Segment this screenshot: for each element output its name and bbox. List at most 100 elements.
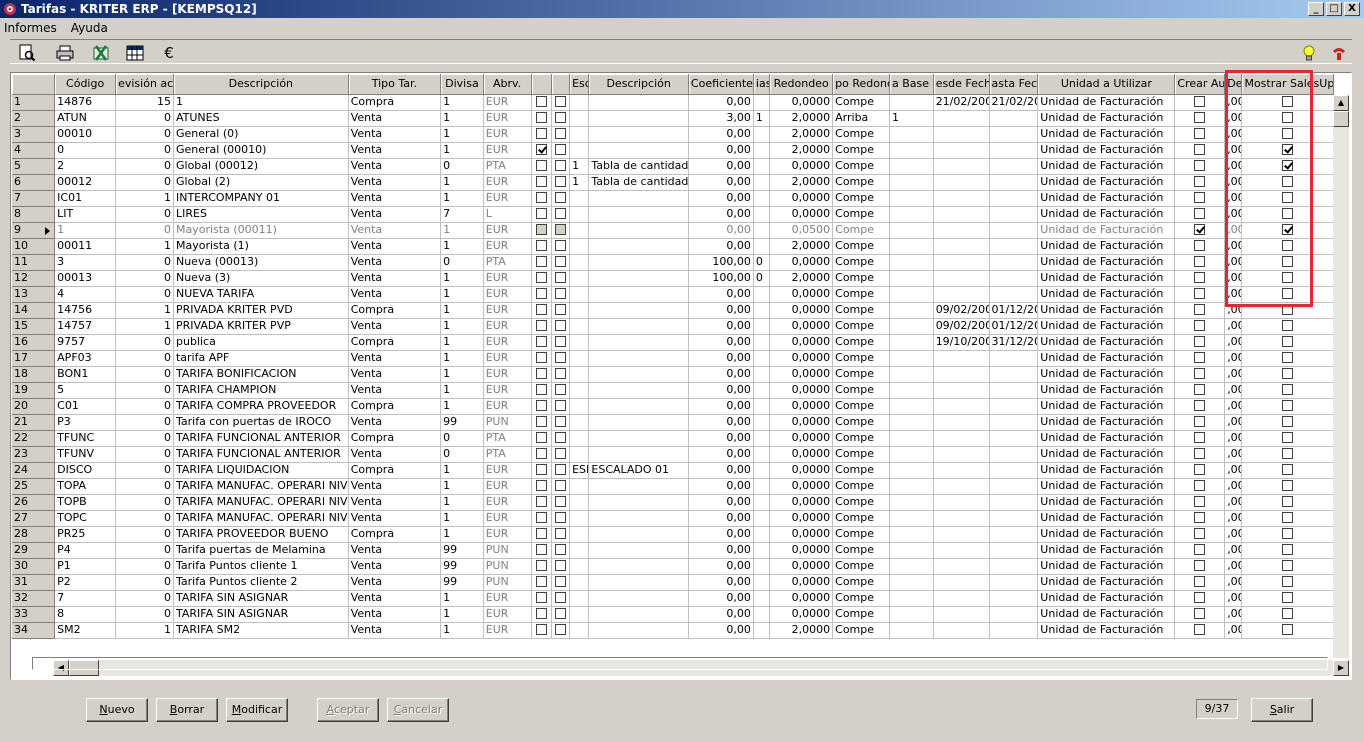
cell-unidad[interactable]: Unidad de Facturación — [1037, 462, 1176, 479]
cell-divisa[interactable]: 1 — [440, 334, 484, 351]
cell-divisa[interactable]: 1 — [440, 590, 484, 607]
cell-base[interactable] — [889, 494, 934, 511]
cell-base[interactable] — [889, 174, 934, 191]
cell-tipo[interactable]: Venta — [348, 478, 442, 495]
cell-hasta[interactable] — [989, 414, 1039, 431]
table-row[interactable]: 24 DISCO 0 TARIFA LIQUIDACION Compra 1 EUR ESI E… — [12, 462, 1334, 479]
cell-codigo[interactable]: 4 — [54, 286, 117, 303]
cell-hasta[interactable] — [989, 590, 1039, 607]
cell-rev[interactable]: 0 — [115, 174, 174, 191]
row-number[interactable]: 29 — [12, 542, 56, 559]
cell-coef[interactable]: 0,00 — [688, 430, 754, 447]
c1-checkbox[interactable] — [535, 511, 547, 523]
cell-tipored[interactable]: Compe — [832, 350, 891, 367]
cell-abrv[interactable]: EUR — [483, 94, 532, 111]
cell-coef[interactable]: 0,00 — [688, 286, 754, 303]
cell-abrv[interactable]: EUR — [483, 190, 532, 207]
cell-base[interactable] — [889, 414, 934, 431]
c2-checkbox[interactable] — [554, 431, 566, 443]
cell-desc2[interactable] — [588, 382, 689, 399]
cell-desc[interactable]: Tarifa Puntos cliente 2 — [173, 574, 349, 591]
row-number[interactable]: 2 — [12, 110, 56, 127]
cell-tipo[interactable]: Venta — [348, 174, 442, 191]
crear-checkbox[interactable] — [1194, 495, 1206, 507]
cell-dias[interactable] — [753, 558, 771, 575]
c2-checkbox[interactable] — [554, 111, 566, 123]
cell-desde[interactable] — [933, 222, 990, 239]
cell-unidad[interactable]: Unidad de Facturación — [1037, 270, 1176, 287]
cell-rev[interactable]: 0 — [115, 158, 174, 175]
cell-desc[interactable]: PRIVADA KRITER PVD — [173, 302, 349, 319]
cell-de[interactable]: ,00 — [1224, 446, 1243, 463]
cell-hasta[interactable] — [989, 110, 1039, 127]
cell-redondeo[interactable]: 0,0000 — [769, 286, 834, 303]
cell-codigo[interactable]: 7 — [54, 590, 117, 607]
cell-base[interactable] — [889, 590, 934, 607]
cell-desc[interactable]: TARIFA SIN ASIGNAR — [173, 590, 349, 607]
crear-checkbox[interactable] — [1194, 591, 1206, 603]
c1-checkbox[interactable] — [535, 559, 547, 571]
crear-checkbox[interactable] — [1194, 191, 1206, 203]
row-number[interactable]: 23 — [12, 446, 56, 463]
cell-de[interactable]: ,00 — [1224, 158, 1243, 175]
cell-divisa[interactable]: 99 — [440, 414, 484, 431]
cell-tipored[interactable]: Compe — [832, 174, 891, 191]
cell-rev[interactable]: 1 — [115, 622, 174, 639]
crear-checkbox[interactable] — [1194, 463, 1206, 475]
cell-de[interactable]: ,00 — [1224, 222, 1243, 239]
cell-de[interactable]: ,00 — [1224, 286, 1243, 303]
c2-checkbox[interactable] — [554, 159, 566, 171]
cell-tipo[interactable]: Venta — [348, 350, 442, 367]
c1-checkbox[interactable] — [535, 527, 547, 539]
cell-esc[interactable] — [569, 318, 590, 335]
cell-de[interactable]: ,00 — [1224, 606, 1243, 623]
c1-checkbox[interactable] — [535, 127, 547, 139]
cell-abrv[interactable]: PUN — [483, 574, 532, 591]
cell-abrv[interactable]: EUR — [483, 174, 532, 191]
cell-abrv[interactable]: L — [483, 206, 532, 223]
row-number[interactable]: 11 — [12, 254, 56, 271]
cell-tipored[interactable]: Compe — [832, 254, 891, 271]
column-header[interactable]: Descripción — [588, 74, 689, 95]
cell-unidad[interactable]: Unidad de Facturación — [1037, 142, 1176, 159]
cell-codigo[interactable]: P2 — [54, 574, 117, 591]
preview-icon[interactable] — [16, 43, 38, 63]
c2-checkbox[interactable] — [554, 351, 566, 363]
c2-checkbox[interactable] — [554, 95, 566, 107]
cell-abrv[interactable]: EUR — [483, 318, 532, 335]
cell-coef[interactable]: 0,00 — [688, 126, 754, 143]
cell-redondeo[interactable]: 2,0000 — [769, 142, 834, 159]
cell-rev[interactable]: 0 — [115, 110, 174, 127]
crear-checkbox[interactable] — [1194, 543, 1206, 555]
cell-redondeo[interactable]: 2,0000 — [769, 622, 834, 639]
column-header[interactable]: De — [1224, 74, 1243, 95]
table-row[interactable]: 31 P2 0 Tarifa Puntos cliente 2 Venta 99 PUN 0,… — [12, 574, 1334, 591]
cell-desc[interactable]: TARIFA COMPRA PROVEEDOR — [173, 398, 349, 415]
cell-hasta[interactable] — [989, 430, 1039, 447]
cell-esc[interactable] — [569, 382, 590, 399]
cell-redondeo[interactable]: 0,0000 — [769, 318, 834, 335]
cell-unidad[interactable]: Unidad de Facturación — [1037, 254, 1176, 271]
mostrar-checkbox[interactable] — [1282, 479, 1294, 491]
cell-desc2[interactable] — [588, 366, 689, 383]
cell-tipored[interactable]: Compe — [832, 606, 891, 623]
cell-divisa[interactable]: 99 — [440, 574, 484, 591]
cell-redondeo[interactable]: 0,0000 — [769, 478, 834, 495]
cell-dias[interactable] — [753, 574, 771, 591]
c1-checkbox[interactable] — [535, 479, 547, 491]
row-number[interactable]: 9 — [12, 222, 56, 239]
cell-unidad[interactable]: Unidad de Facturación — [1037, 590, 1176, 607]
cell-tipo[interactable]: Venta — [348, 158, 442, 175]
cell-de[interactable]: ,00 — [1224, 174, 1243, 191]
cell-dias[interactable] — [753, 542, 771, 559]
cell-desc[interactable]: Mayorista (00011) — [173, 222, 349, 239]
cell-abrv[interactable]: PUN — [483, 414, 532, 431]
cell-base[interactable] — [889, 190, 934, 207]
cell-tipo[interactable]: Venta — [348, 622, 442, 639]
cell-de[interactable]: ,00 — [1224, 302, 1243, 319]
cell-abrv[interactable]: PTA — [483, 446, 532, 463]
borrar-button[interactable]: Borrar — [156, 698, 218, 722]
column-header[interactable]: ias — [753, 74, 771, 95]
cell-divisa[interactable]: 1 — [440, 606, 484, 623]
cell-desc[interactable]: TARIFA FUNCIONAL ANTERIOR — [173, 446, 349, 463]
